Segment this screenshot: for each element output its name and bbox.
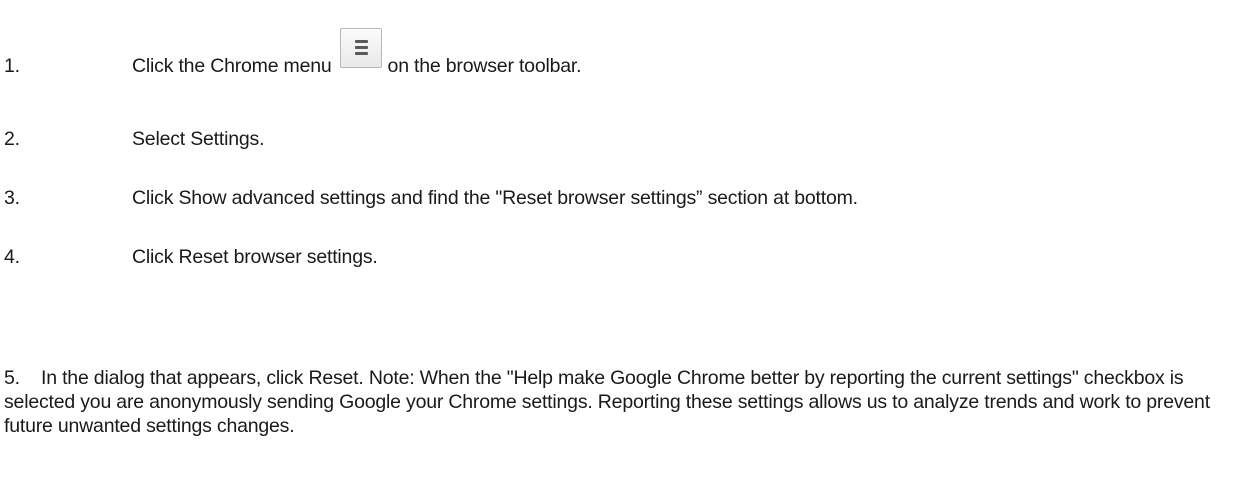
step-4-number: 4. [4,246,20,268]
step-3: 3. Click Show advanced settings and find… [4,187,858,210]
step-3-number: 3. [4,187,20,209]
step-4: 4. Click Reset browser settings. [4,246,378,269]
hamburger-menu-icon [339,28,382,68]
step-5-text: In the dialog that appears, click Reset.… [4,367,1210,437]
menu-bars-glyph [354,40,368,58]
step-1: 1. Click the Chrome menu on the browser … [4,28,582,86]
step-1-text-after: on the browser toolbar. [387,54,582,77]
step-5: 5. In the dialog that appears, click Rese… [4,366,1252,438]
step-3-text: Click Show advanced settings and find th… [132,187,858,209]
step-1-number: 1. [4,54,20,77]
step-4-text: Click Reset browser settings. [132,246,378,268]
step-1-text-before: Click the Chrome menu [132,54,332,77]
step-2-number: 2. [4,128,20,150]
step-2-text: Select Settings. [132,128,265,150]
step-5-number: 5. [4,367,20,389]
step-2: 2. Select Settings. [4,128,264,151]
